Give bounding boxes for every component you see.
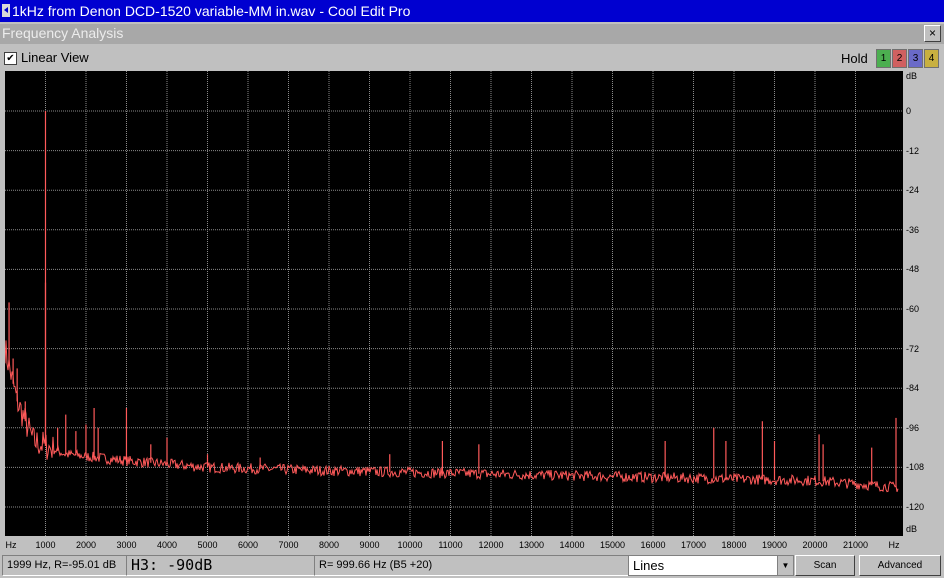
advanced-button[interactable]: Advanced [859, 555, 941, 576]
x-tick-label: 12000 [478, 540, 504, 550]
reference-readout: R= 999.66 Hz (B5 +20) [314, 555, 630, 576]
y-tick-label: -84 [906, 383, 920, 394]
y-tick-label: -120 [906, 502, 925, 512]
x-tick-label: Hz [888, 540, 900, 550]
harmonic-readout: H3: -90dB [126, 555, 316, 576]
x-tick-label: 18000 [721, 540, 747, 550]
x-tick-label: 13000 [518, 540, 545, 550]
y-tick-label: dB [906, 71, 918, 81]
options-bar: ✔ Linear View Hold 1 2 3 4 [0, 46, 944, 70]
y-tick-label: -24 [906, 185, 920, 196]
hold-button-4[interactable]: 4 [924, 49, 939, 68]
y-tick-label: -108 [906, 462, 925, 473]
spectrum-trace [4, 340, 899, 493]
status-bar: 1999 Hz, R=-95.01 dB H3: -90dB R= 999.66… [0, 553, 944, 578]
db-scale: dB 0 -12 -24 -36 -48 -60 -72 -84 -96 -108 -120 dB [903, 71, 940, 536]
panel-header: Frequency Analysis × [0, 24, 944, 44]
hold-button-2[interactable]: 2 [892, 49, 907, 68]
x-tick-label: 15000 [599, 540, 626, 550]
x-tick-label: 4000 [156, 540, 178, 550]
app-icon[interactable] [2, 4, 10, 17]
y-tick-label: -36 [906, 224, 920, 235]
x-tick-label: 1000 [35, 540, 56, 550]
window-title: 1kHz from Denon DCD-1520 variable-MM in.… [12, 3, 411, 19]
x-tick-label: 8000 [318, 540, 340, 550]
x-tick-label: 21000 [842, 540, 869, 550]
hold-button-3[interactable]: 3 [908, 49, 923, 68]
x-tick-label: 5000 [197, 540, 218, 550]
linear-view-label[interactable]: Linear View [21, 50, 89, 65]
display-mode-value: Lines [633, 558, 665, 573]
title-bar[interactable]: 1kHz from Denon DCD-1520 variable-MM in.… [0, 0, 944, 22]
chevron-down-icon[interactable]: ▼ [777, 556, 793, 575]
display-mode-select[interactable]: Lines ▼ [628, 555, 794, 576]
y-tick-label: -12 [906, 145, 920, 156]
cursor-readout: 1999 Hz, R=-95.01 dB [2, 555, 130, 576]
spectrum-svg[interactable] [4, 71, 903, 536]
hold-label: Hold [841, 51, 868, 66]
close-icon[interactable]: × [924, 25, 941, 42]
x-tick-label: 20000 [802, 540, 828, 550]
y-tick-label: -72 [906, 343, 920, 354]
x-tick-label: 16000 [640, 540, 666, 550]
x-tick-label: 14000 [559, 540, 585, 550]
x-tick-label: 11000 [438, 540, 463, 550]
x-tick-label: 10000 [397, 540, 423, 550]
x-tick-label: 9000 [359, 540, 380, 550]
y-tick-label: 0 [906, 106, 912, 116]
linear-view-checkbox[interactable]: ✔ [4, 52, 17, 65]
hold-button-1[interactable]: 1 [876, 49, 891, 68]
x-tick-label: 6000 [237, 540, 259, 550]
y-tick-label: -48 [906, 264, 920, 275]
y-tick-label: -60 [906, 304, 920, 314]
panel-title: Frequency Analysis [2, 25, 124, 41]
x-tick-label: Hz [5, 540, 17, 550]
x-tick-label: 19000 [761, 540, 788, 550]
y-tick-label: -96 [906, 422, 920, 433]
frequency-axis: Hz 1000 2000 3000 4000 5000 6000 7000 8000 9000 10… [5, 536, 940, 552]
x-tick-label: 2000 [75, 540, 97, 550]
x-tick-label: 17000 [680, 540, 707, 550]
scan-button[interactable]: Scan [795, 555, 855, 576]
spectrum-plot[interactable] [4, 71, 903, 536]
x-tick-label: 3000 [116, 540, 137, 550]
y-tick-label: dB [906, 524, 918, 534]
x-tick-label: 7000 [278, 540, 299, 550]
